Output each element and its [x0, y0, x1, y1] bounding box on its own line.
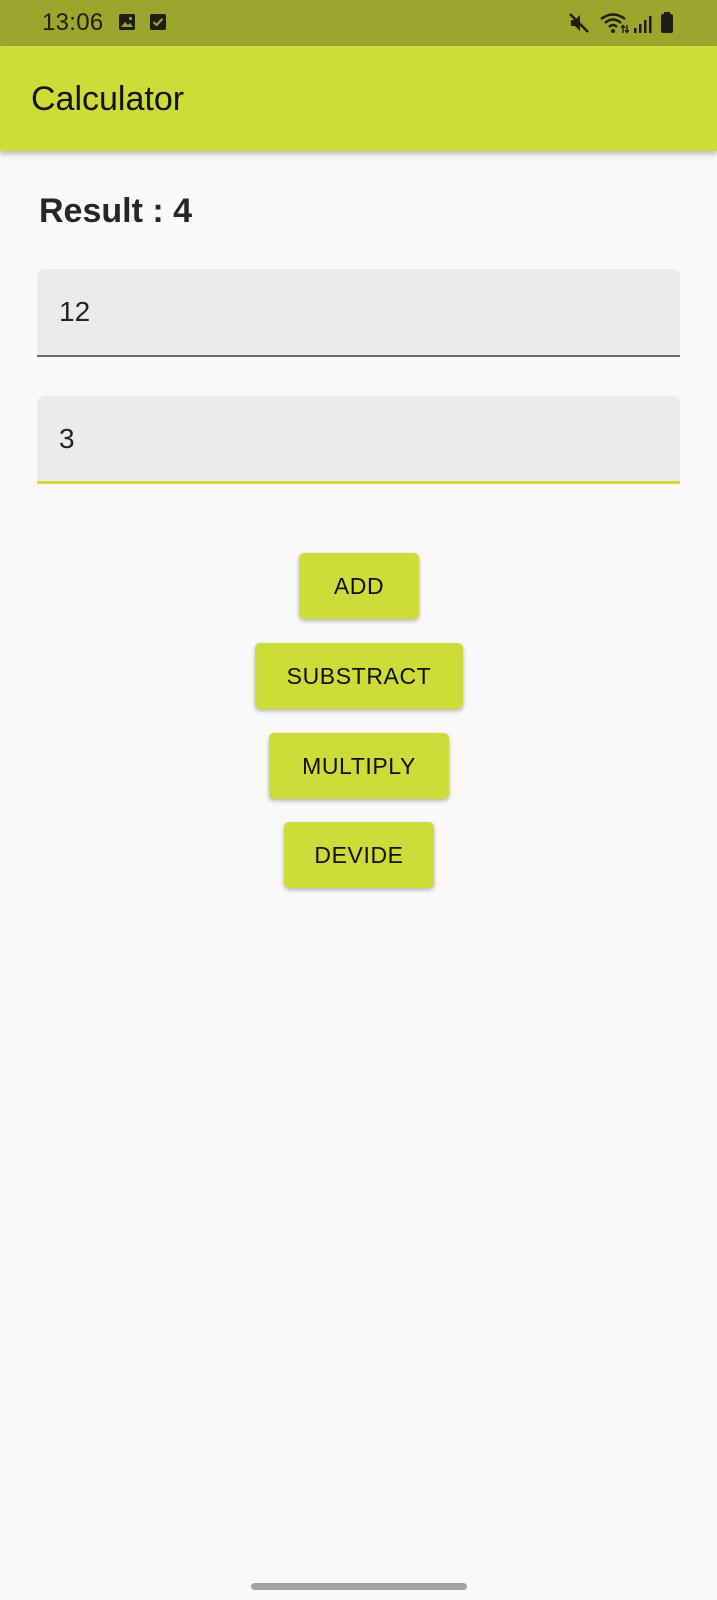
first-number-input[interactable]: [59, 295, 649, 329]
first-number-field[interactable]: [37, 269, 680, 357]
mute-icon: [569, 13, 589, 33]
second-number-input[interactable]: [59, 422, 649, 456]
status-bar: 13:06: [0, 0, 717, 46]
battery-icon: [661, 12, 673, 33]
add-button[interactable]: ADD: [299, 553, 419, 619]
divide-button[interactable]: DEVIDE: [284, 822, 434, 888]
home-indicator[interactable]: [251, 1583, 467, 1590]
wifi-icon: [600, 13, 629, 34]
signal-icon: [634, 16, 652, 33]
app-title: Calculator: [31, 80, 185, 118]
image-icon: [119, 14, 135, 30]
app-bar: Calculator: [0, 46, 717, 151]
multiply-button[interactable]: MULTIPLY: [269, 733, 449, 799]
status-time: 13:06: [42, 9, 104, 36]
result-label: Result : 4: [39, 192, 193, 230]
second-number-field[interactable]: [37, 396, 680, 484]
subtract-button[interactable]: SUBSTRACT: [255, 643, 463, 709]
checkbox-icon: [150, 14, 166, 30]
